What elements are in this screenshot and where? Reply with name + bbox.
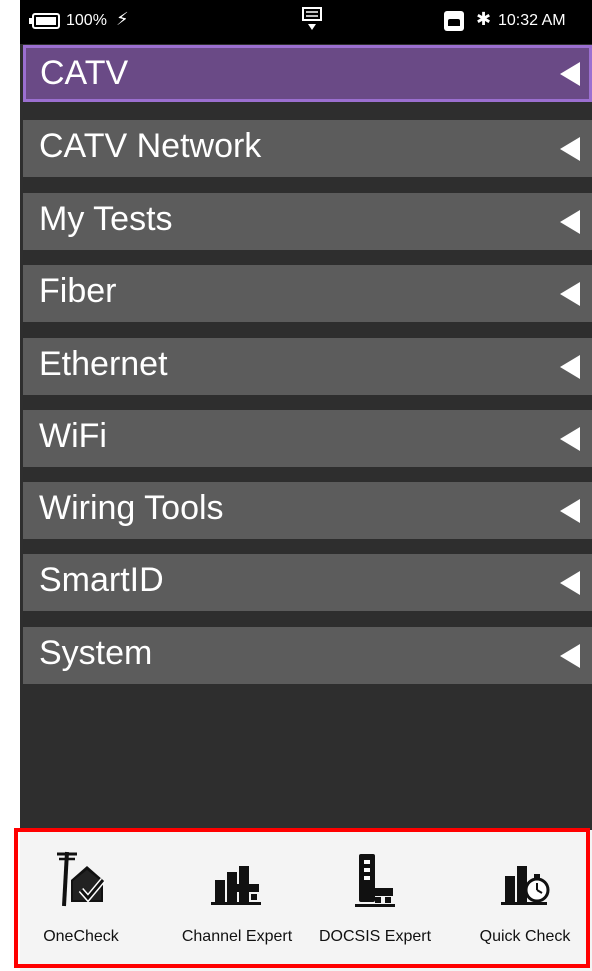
menu-item-label: SmartID bbox=[39, 561, 164, 599]
collapse-arrow-icon bbox=[560, 499, 580, 523]
menu-item-ethernet[interactable]: Ethernet bbox=[23, 338, 592, 395]
device-screen: 100% ⚡ ✱ 10:32 AM CATV CATV Network My T… bbox=[20, 0, 592, 971]
status-bar: 100% ⚡ ✱ 10:32 AM bbox=[20, 0, 592, 44]
shortcut-label: Quick Check bbox=[479, 928, 571, 945]
menu-item-label: CATV bbox=[40, 54, 129, 92]
shortcut-quick-check[interactable]: Quick Check bbox=[460, 830, 590, 960]
menu-item-smartid[interactable]: SmartID bbox=[23, 554, 592, 611]
house-check-icon bbox=[57, 851, 106, 907]
menu-item-wifi[interactable]: WiFi bbox=[23, 410, 592, 467]
bluetooth-icon: ✱ bbox=[476, 9, 492, 29]
collapse-arrow-icon bbox=[560, 62, 580, 86]
clock: 10:32 AM bbox=[498, 12, 566, 29]
channel-expert-icon bbox=[211, 866, 261, 905]
docsis-expert-icon bbox=[355, 854, 395, 907]
menu-item-fiber[interactable]: Fiber bbox=[23, 265, 592, 322]
shortcut-label: Channel Expert bbox=[181, 928, 293, 945]
menu-item-wiring-tools[interactable]: Wiring Tools bbox=[23, 482, 592, 539]
keyboard-icon[interactable] bbox=[302, 6, 322, 34]
collapse-arrow-icon bbox=[560, 427, 580, 451]
menu-item-label: WiFi bbox=[39, 417, 107, 455]
collapse-arrow-icon bbox=[560, 210, 580, 234]
device-icon bbox=[444, 11, 464, 31]
quick-check-icon bbox=[501, 866, 550, 905]
menu-item-system[interactable]: System bbox=[23, 627, 592, 684]
menu-item-catv[interactable]: CATV bbox=[23, 45, 592, 102]
shortcut-docsis-expert[interactable]: DOCSIS Expert bbox=[310, 830, 440, 960]
collapse-arrow-icon bbox=[560, 571, 580, 595]
menu-item-label: CATV Network bbox=[39, 127, 262, 165]
menu-item-label: Ethernet bbox=[39, 345, 168, 383]
shortcut-channel-expert[interactable]: Channel Expert bbox=[172, 830, 302, 960]
collapse-arrow-icon bbox=[560, 355, 580, 379]
shortcut-label: DOCSIS Expert bbox=[318, 928, 432, 945]
shortcut-label: OneCheck bbox=[43, 928, 119, 945]
menu-item-label: Wiring Tools bbox=[39, 489, 224, 527]
collapse-arrow-icon bbox=[560, 644, 580, 668]
battery-icon bbox=[29, 13, 60, 29]
menu-item-label: My Tests bbox=[39, 200, 173, 238]
lightning-icon: ⚡ bbox=[116, 9, 129, 29]
collapse-arrow-icon bbox=[560, 282, 580, 306]
shortcut-onecheck[interactable]: OneCheck bbox=[16, 830, 146, 960]
battery-percent: 100% bbox=[66, 12, 107, 29]
menu-item-my-tests[interactable]: My Tests bbox=[23, 193, 592, 250]
menu-item-label: Fiber bbox=[39, 272, 117, 310]
menu-item-catv-network[interactable]: CATV Network bbox=[23, 120, 592, 177]
menu-item-label: System bbox=[39, 634, 153, 672]
collapse-arrow-icon bbox=[560, 137, 580, 161]
